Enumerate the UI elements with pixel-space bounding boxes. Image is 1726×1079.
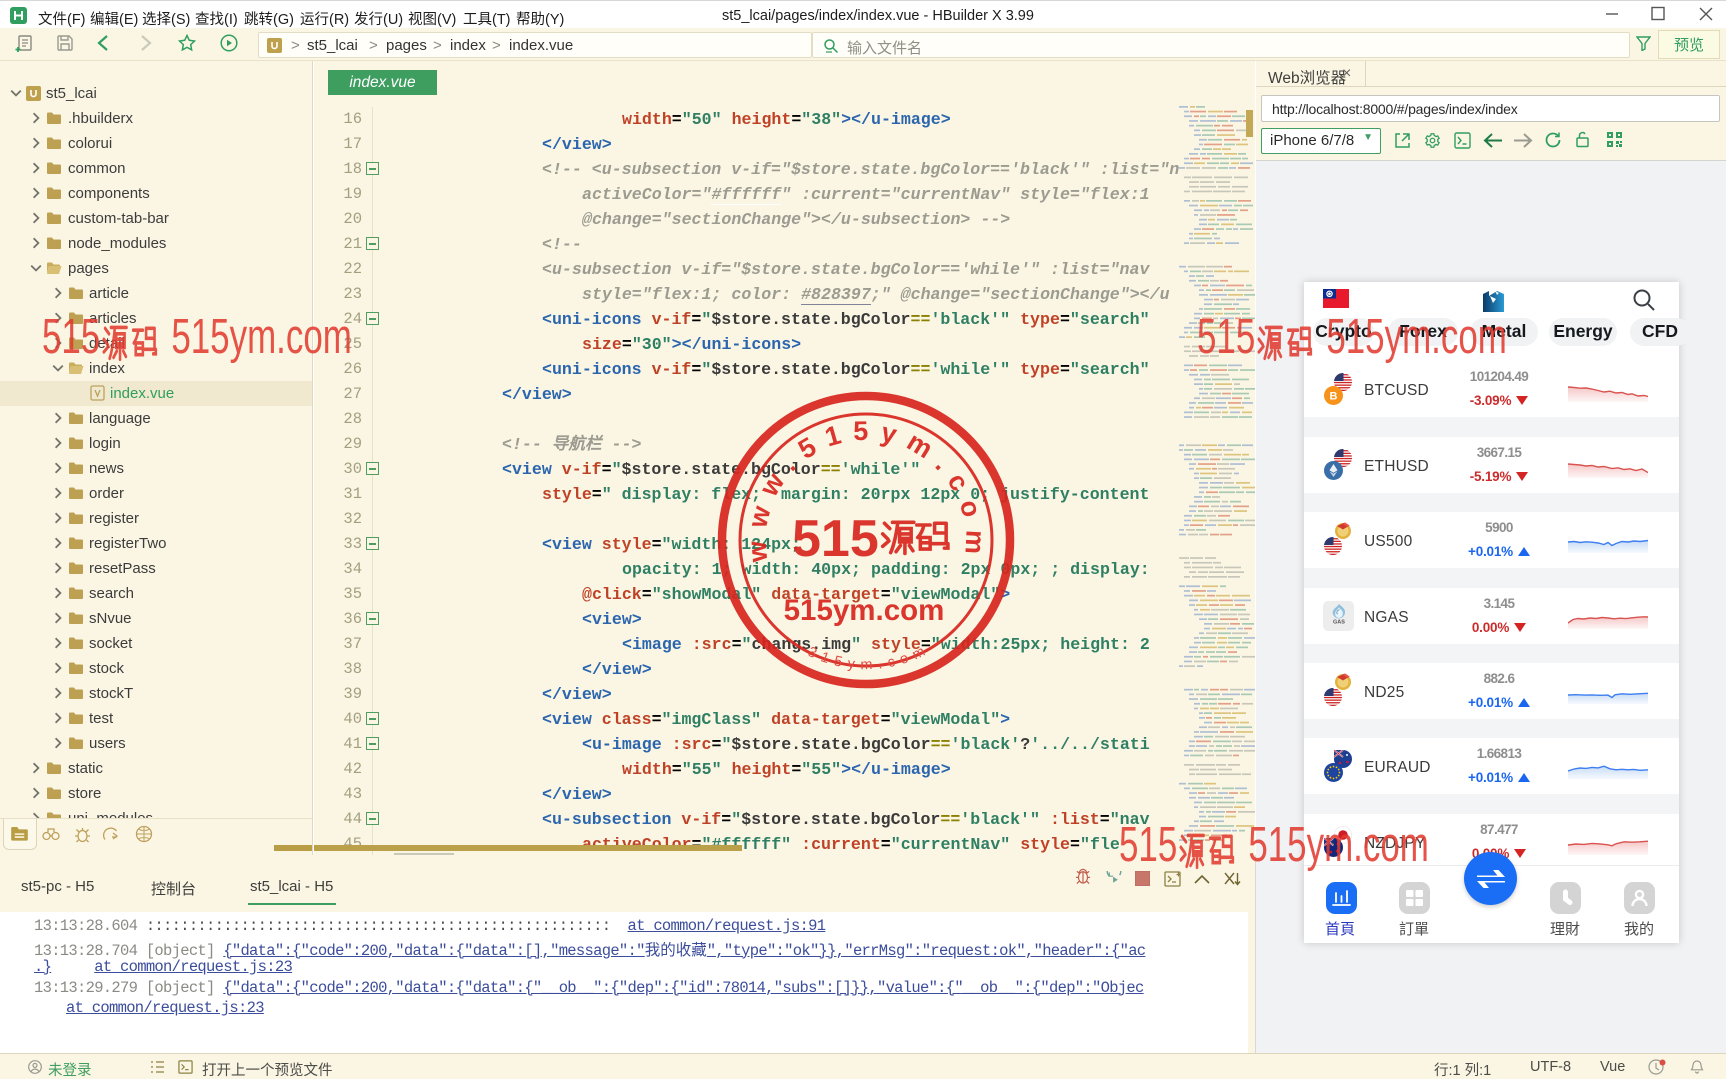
svg-text:GAS: GAS (1333, 619, 1345, 625)
svg-text:B: B (1330, 390, 1338, 402)
svg-text:515: 515 (792, 510, 879, 568)
svg-text:515ym.com: 515ym.com (784, 594, 945, 627)
